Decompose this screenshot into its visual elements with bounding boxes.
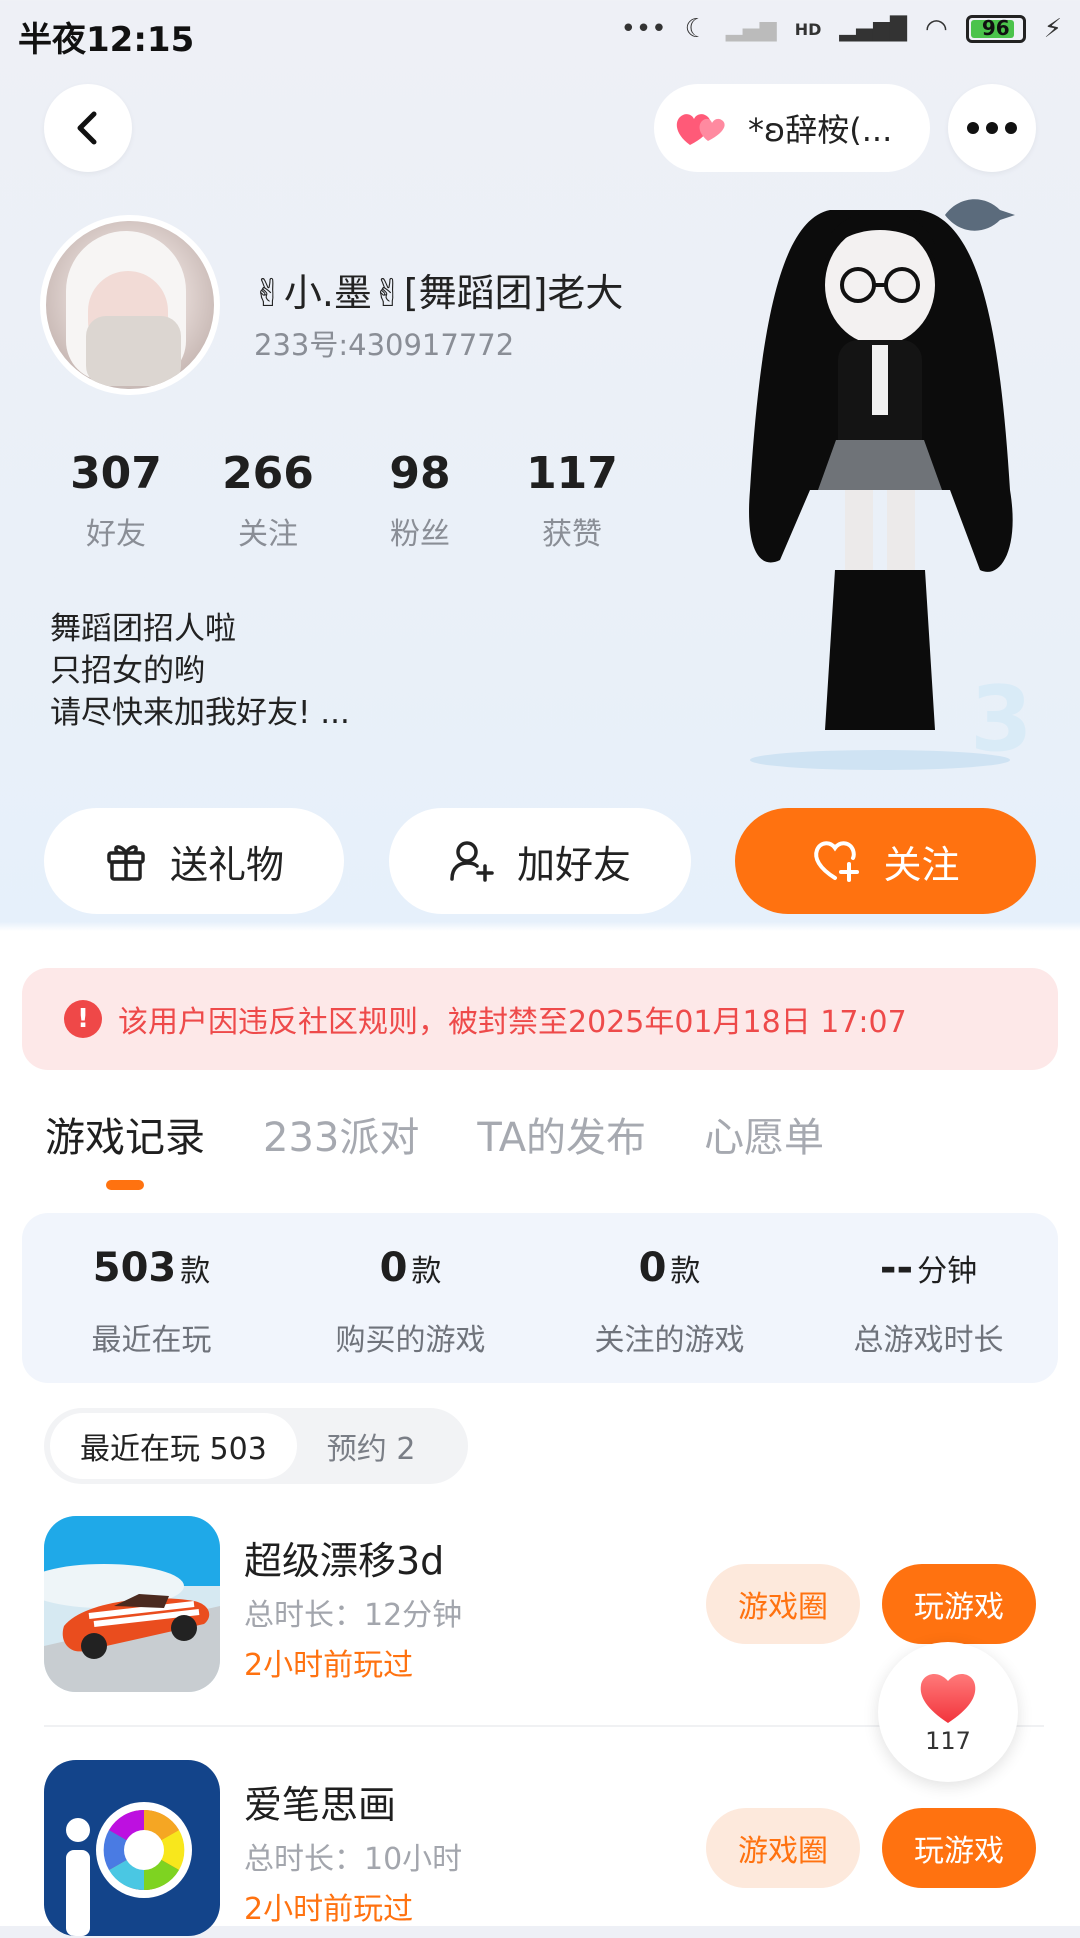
avatar[interactable] — [40, 215, 220, 395]
stat-label: 获赞 — [542, 517, 602, 552]
stat-value: 98 — [389, 448, 451, 499]
bio-line: 只招女的哟 — [50, 653, 205, 689]
more-horizontal-icon — [967, 122, 1017, 134]
game-duration: 总时长：10小时 — [244, 1842, 463, 1877]
party-room-pill[interactable]: *ʚ辞桉(... — [654, 84, 930, 172]
summary-value: -- — [879, 1245, 914, 1291]
summary-value: 0 — [638, 1245, 667, 1291]
charging-icon: ⚡ — [1043, 14, 1062, 44]
like-float-button[interactable]: 117 — [878, 1642, 1018, 1782]
ban-notice: ! 该用户因违反社区规则，被封禁至2025年01月18日 17:07 — [22, 968, 1058, 1070]
summary-unit: 款 — [180, 1254, 211, 1289]
profile-bio[interactable]: 舞蹈团招人啦 只招女的哟 请尽快来加我好友! ... — [50, 608, 350, 734]
stat-fans[interactable]: 98 粉丝 — [344, 448, 496, 553]
avatar-figure-image[interactable]: 3 — [720, 190, 1040, 770]
summary-label: 关注的游戏 — [594, 1323, 745, 1358]
summary-recent[interactable]: 503 款 最近在玩 — [22, 1213, 281, 1383]
stat-value: 307 — [70, 448, 162, 499]
stat-label: 粉丝 — [390, 517, 450, 552]
status-icons: ••• ☾ ▂▄▆ HD ▂▄▆█ ◠ 96 ⚡ — [621, 14, 1062, 44]
ban-notice-text: 该用户因违反社区规则，被封禁至2025年01月18日 17:07 — [118, 1005, 907, 1040]
segment-reserve[interactable]: 预约 2 — [297, 1413, 446, 1479]
svg-text:3: 3 — [970, 667, 1033, 770]
summary-value: 0 — [379, 1245, 408, 1291]
game-circle-button[interactable]: 游戏圈 — [706, 1564, 860, 1644]
game-summary-card: 503 款 最近在玩 0款 购买的游戏 0款 关注的游戏 -- 分钟 总游戏时长 — [22, 1213, 1058, 1383]
back-button[interactable] — [44, 84, 132, 172]
profile-tabs: 游戏记录 233派对 TA的发布 心愿单 — [45, 1105, 824, 1163]
heart-plus-icon — [814, 841, 860, 882]
game-title: 超级漂移3d — [244, 1539, 445, 1583]
stat-label: 关注 — [238, 517, 298, 552]
play-game-button[interactable]: 玩游戏 — [882, 1564, 1036, 1644]
stat-friends[interactable]: 307 好友 — [40, 448, 192, 553]
alert-icon: ! — [64, 1000, 102, 1038]
add-friend-button[interactable]: 加好友 — [389, 808, 691, 914]
game-last-played: 2小时前玩过 — [244, 1892, 414, 1927]
game-list-segment: 最近在玩 503 预约 2 — [44, 1408, 468, 1484]
party-room-name: *ʚ辞桉(... — [748, 111, 893, 149]
more-dots-icon: ••• — [620, 14, 667, 44]
hd-label: HD — [794, 19, 822, 39]
gift-icon — [107, 845, 145, 881]
signal-icon: ▂▄▆ — [725, 16, 777, 42]
game-last-played: 2小时前玩过 — [244, 1648, 414, 1683]
wifi-icon: ◠ — [925, 14, 948, 44]
profile-name: ✌小.墨✌[舞蹈团]老大 — [252, 271, 624, 315]
stat-following[interactable]: 266 关注 — [192, 448, 344, 553]
game-title: 爱笔思画 — [244, 1783, 397, 1827]
summary-playtime: -- 分钟 总游戏时长 — [799, 1213, 1058, 1383]
profile-uid: 233号:430917772 — [254, 328, 515, 362]
battery-icon: 96 — [965, 15, 1026, 43]
tab-game-records[interactable]: 游戏记录 — [45, 1105, 205, 1163]
chevron-left-icon — [77, 111, 97, 145]
summary-unit: 分钟 — [917, 1254, 978, 1289]
battery-level: 96 — [981, 16, 1010, 40]
tab-ta-posts[interactable]: TA的发布 — [477, 1105, 646, 1163]
segment-recent[interactable]: 最近在玩 503 — [50, 1413, 297, 1479]
play-game-button[interactable]: 玩游戏 — [882, 1808, 1036, 1888]
game-duration: 总时长：12分钟 — [244, 1598, 463, 1633]
signal-icon-2: ▂▄▆█ — [839, 16, 908, 42]
stat-value: 266 — [222, 448, 314, 499]
summary-unit: 款 — [670, 1254, 701, 1289]
heart-icon — [920, 1674, 976, 1723]
moon-icon: ☾ — [684, 14, 708, 44]
summary-unit: 款 — [411, 1254, 442, 1289]
summary-label: 最近在玩 — [91, 1323, 212, 1358]
bio-line: 请尽快来加我好友! ... — [50, 695, 350, 731]
follow-label: 关注 — [883, 842, 960, 887]
tab-233-party[interactable]: 233派对 — [263, 1105, 419, 1163]
game-icon-drift — [44, 1516, 220, 1692]
more-button[interactable] — [948, 84, 1036, 172]
stat-value: 117 — [526, 448, 618, 499]
add-friend-label: 加好友 — [516, 842, 631, 887]
send-gift-label: 送礼物 — [169, 842, 284, 887]
follow-button[interactable]: 关注 — [735, 808, 1036, 914]
bio-line: 舞蹈团招人啦 — [50, 611, 236, 647]
add-user-icon — [450, 841, 494, 882]
double-heart-icon — [676, 114, 725, 145]
stat-likes[interactable]: 117 获赞 — [496, 448, 648, 553]
summary-value: 503 — [92, 1245, 177, 1291]
status-time: 半夜12:15 — [18, 20, 195, 60]
profile-stats: 307 好友 266 关注 98 粉丝 117 获赞 — [40, 448, 648, 553]
game-icon-ibispaint — [44, 1760, 220, 1936]
like-count: 117 — [925, 1727, 971, 1755]
tab-indicator — [106, 1180, 144, 1190]
send-gift-button[interactable]: 送礼物 — [44, 808, 344, 914]
stat-label: 好友 — [86, 517, 146, 552]
list-item[interactable]: 爱笔思画 总时长：10小时 2小时前玩过 游戏圈 玩游戏 — [44, 1760, 1044, 1938]
summary-purchased[interactable]: 0款 购买的游戏 — [281, 1213, 540, 1383]
game-circle-button[interactable]: 游戏圈 — [706, 1808, 860, 1888]
summary-label: 总游戏时长 — [853, 1323, 1004, 1358]
summary-label: 购买的游戏 — [335, 1323, 486, 1358]
tab-wishlist[interactable]: 心愿单 — [704, 1105, 824, 1163]
summary-followed[interactable]: 0款 关注的游戏 — [540, 1213, 799, 1383]
